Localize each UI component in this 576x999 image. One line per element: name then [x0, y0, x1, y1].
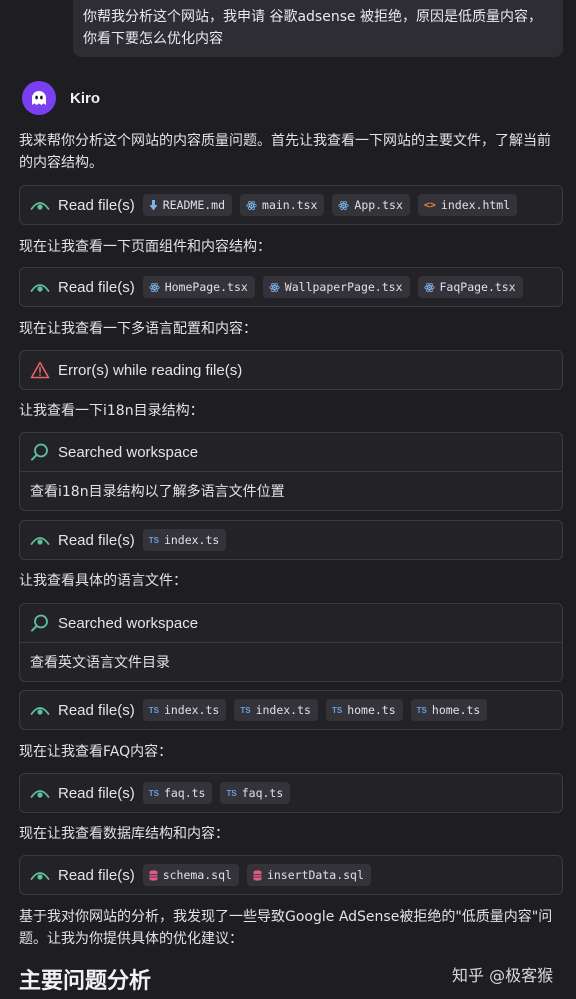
read-files-card-1[interactable]: Read file(s) README.md main.tsx App.tsx …: [19, 185, 563, 225]
agent-header: Kiro: [22, 80, 100, 116]
intro-text: 我来帮你分析这个网站的内容质量问题。首先让我查看一下网站的主要文件，了解当前的内…: [19, 133, 551, 171]
read-files-label: Read file(s): [58, 278, 135, 296]
read-files-card-3[interactable]: Read file(s) TS index.ts: [19, 520, 563, 560]
file-chip[interactable]: TS home.ts: [325, 699, 403, 721]
eye-icon: [30, 537, 50, 545]
read-files-label: Read file(s): [58, 866, 135, 884]
typescript-file-icon: TS: [226, 788, 237, 798]
status-text: 现在让我查看一下页面组件和内容结构：: [19, 239, 271, 255]
file-chip[interactable]: <> index.html: [417, 194, 518, 216]
file-chip[interactable]: schema.sql: [142, 864, 239, 886]
file-chip[interactable]: App.tsx: [332, 194, 410, 216]
search-workspace-card-2[interactable]: Searched workspace 查看英文语言文件目录: [19, 603, 563, 682]
html-file-icon: <>: [423, 199, 436, 211]
typescript-file-icon: TS: [331, 705, 343, 715]
file-chip[interactable]: TS faq.ts: [220, 782, 291, 804]
react-file-icon: [149, 282, 160, 293]
zhihu-watermark: 知乎 @极客猴: [452, 966, 554, 985]
error-label: Error(s) while reading file(s): [58, 361, 243, 379]
analysis-summary-text: 基于我对你网站的分析，我发现了一些导致Google AdSense被拒绝的"低质…: [19, 909, 553, 947]
eye-icon: [30, 284, 50, 292]
react-file-icon: [338, 200, 350, 211]
database-file-icon: [253, 869, 262, 881]
status-text: 让我查看一下i18n目录结构：: [19, 403, 204, 419]
file-chip[interactable]: README.md: [142, 194, 233, 216]
status-text: 现在让我查看数据库结构和内容：: [19, 826, 229, 842]
file-chip[interactable]: TS index.ts: [142, 529, 227, 551]
search-label: Searched workspace: [58, 443, 199, 461]
file-chip[interactable]: main.tsx: [240, 194, 325, 216]
read-files-label: Read file(s): [58, 531, 135, 549]
search-label: Searched workspace: [58, 614, 199, 632]
ghost-icon: [32, 91, 46, 105]
typescript-file-icon: TS: [148, 535, 159, 545]
warning-triangle-icon: [30, 361, 50, 379]
status-text: 现在让我查看一下多语言配置和内容：: [19, 321, 257, 337]
eye-icon: [30, 872, 50, 880]
eye-icon: [30, 707, 50, 715]
react-file-icon: [246, 200, 257, 211]
search-icon: [31, 443, 48, 461]
file-chip[interactable]: TS index.ts: [234, 699, 318, 721]
status-text: 让我查看具体的语言文件：: [19, 573, 187, 589]
file-chip[interactable]: insertData.sql: [246, 864, 371, 886]
read-files-label: Read file(s): [58, 701, 135, 719]
eye-icon: [30, 790, 50, 798]
file-chip[interactable]: WallpaperPage.tsx: [262, 276, 410, 298]
read-files-card-5[interactable]: Read file(s) TS faq.ts TS faq.ts: [19, 773, 563, 813]
typescript-file-icon: TS: [416, 705, 427, 715]
search-icon: [31, 614, 48, 632]
agent-name: Kiro: [70, 89, 100, 107]
error-card[interactable]: Error(s) while reading file(s): [19, 350, 563, 390]
file-chip[interactable]: FaqPage.tsx: [417, 276, 523, 298]
read-files-card-4[interactable]: Read file(s) TS index.ts TS index.ts TS hom…: [19, 690, 563, 730]
kiro-avatar: [22, 81, 56, 115]
read-files-card-6[interactable]: Read file(s) schema.sql insertData.sql: [19, 855, 563, 895]
file-chip[interactable]: HomePage.tsx: [142, 276, 255, 298]
file-chip[interactable]: TS index.ts: [142, 699, 227, 721]
status-text: 现在让我查看FAQ内容：: [19, 744, 173, 760]
typescript-file-icon: TS: [148, 705, 159, 715]
typescript-file-icon: TS: [148, 788, 159, 798]
file-chip[interactable]: TS home.ts: [410, 699, 488, 721]
file-chip[interactable]: TS faq.ts: [142, 782, 213, 804]
search-workspace-card-1[interactable]: Searched workspace 查看i18n目录结构以了解多语言文件位置: [19, 432, 563, 511]
read-files-label: Read file(s): [58, 196, 135, 214]
react-file-icon: [269, 282, 280, 293]
typescript-file-icon: TS: [240, 705, 251, 715]
react-file-icon: [423, 282, 435, 293]
section-heading: 主要问题分析: [19, 969, 152, 994]
markdown-file-icon: [149, 199, 158, 211]
user-message-text: 你帮我分析这个网站，我申请 谷歌adsense 被拒绝，原因是低质量内容，你看下…: [83, 9, 543, 47]
search-detail: 查看英文语言文件目录: [30, 655, 170, 671]
user-message-bubble: 你帮我分析这个网站，我申请 谷歌adsense 被拒绝，原因是低质量内容，你看下…: [73, 0, 563, 57]
search-detail: 查看i18n目录结构以了解多语言文件位置: [30, 484, 285, 500]
read-files-card-2[interactable]: Read file(s) HomePage.tsx WallpaperPage.…: [19, 267, 563, 307]
eye-icon: [30, 202, 50, 210]
read-files-label: Read file(s): [58, 784, 135, 802]
database-file-icon: [149, 869, 158, 881]
